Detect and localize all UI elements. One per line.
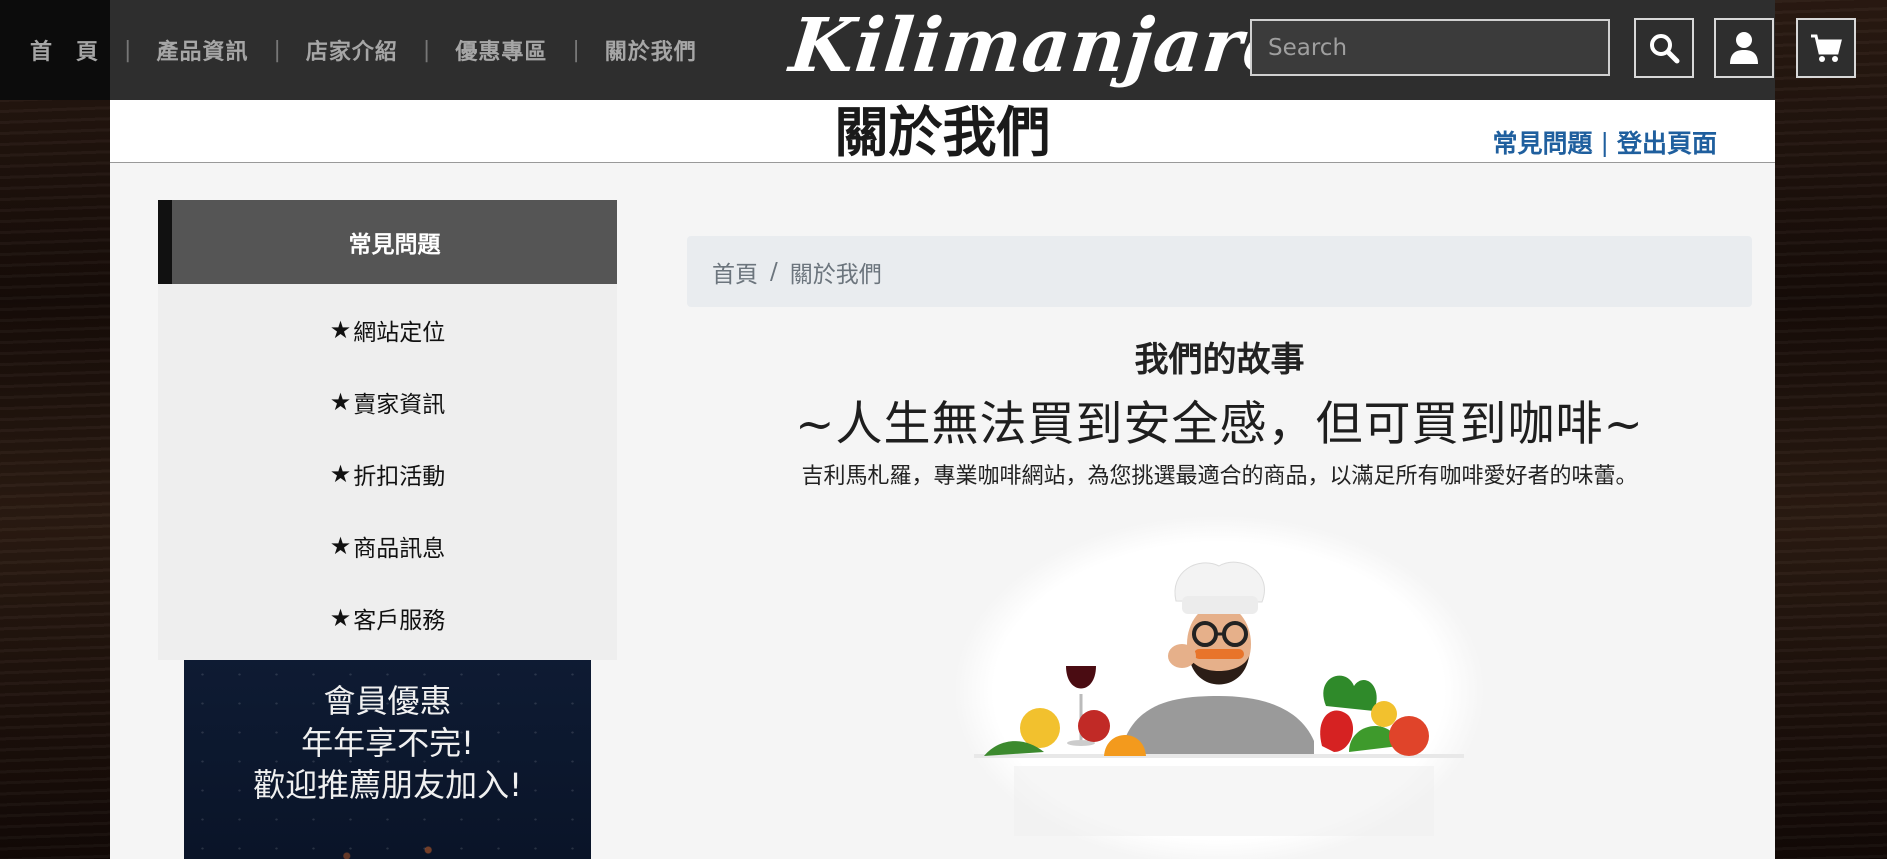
search-icon	[1650, 34, 1680, 64]
banner-sparkles	[184, 660, 591, 859]
breadcrumb-separator: /	[770, 258, 778, 285]
sidebar-item-label: 客戶服務	[353, 608, 446, 634]
story-title: 我們的故事	[1134, 340, 1305, 380]
search-button[interactable]	[1634, 18, 1694, 78]
sidebar-list: ★ 網站定位 ★ 賣家資訊 ★ 折扣活動 ★ 商品訊息 ★ 客戶服務	[158, 284, 617, 660]
sidebar-item-seller-info[interactable]: ★ 賣家資訊	[158, 366, 617, 438]
cart-button[interactable]	[1796, 18, 1856, 78]
wood-background-right	[1775, 0, 1887, 859]
sidebar-item-label: 網站定位	[353, 320, 446, 346]
star-icon: ★	[329, 460, 352, 488]
star-icon: ★	[329, 316, 352, 344]
main-content: 關於我們 常見問題 | 登出頁面 常見問題 ★ 網站定位 ★ 賣家資訊 ★ 折扣…	[110, 100, 1775, 859]
top-navbar: 首 頁 | 產品資訊 | 店家介紹 | 優惠專區 | 關於我們 Kilimanj…	[0, 0, 1856, 100]
sidebar-item-label: 賣家資訊	[353, 392, 446, 418]
sidebar-item-label: 折扣活動	[353, 464, 446, 490]
sidebar-item-site-positioning[interactable]: ★ 網站定位	[158, 294, 617, 366]
faq-link[interactable]: 常見問題	[1493, 124, 1593, 160]
sidebar: 常見問題 ★ 網站定位 ★ 賣家資訊 ★ 折扣活動 ★ 商品訊息 ★ 客戶服務	[158, 200, 617, 859]
nav-item-promotions[interactable]: 優惠專區	[455, 34, 547, 66]
user-icon	[1730, 32, 1758, 64]
hero-chef-image	[954, 516, 1484, 859]
logout-link[interactable]: 登出頁面	[1617, 124, 1717, 160]
breadcrumb: 首頁 / 關於我們	[687, 236, 1752, 307]
search-input[interactable]	[1250, 19, 1610, 76]
nav-item-home[interactable]: 首 頁	[30, 34, 99, 66]
page-title-bar: 關於我們 常見問題 | 登出頁面	[110, 100, 1775, 163]
about-description: 吉利馬札羅，專業咖啡網站，為您挑選最適合的商品，以滿足所有咖啡愛好者的味蕾。	[801, 464, 1638, 489]
nav-separator: |	[422, 37, 431, 63]
star-icon: ★	[329, 604, 352, 632]
nav-item-products[interactable]: 產品資訊	[156, 34, 248, 66]
star-icon: ★	[329, 388, 352, 416]
breadcrumb-current: 關於我們	[789, 261, 882, 288]
slogan: ~人生無法買到安全感，但可買到咖啡~	[795, 397, 1644, 452]
account-button[interactable]	[1714, 18, 1774, 78]
wood-background-left	[0, 0, 110, 859]
star-icon: ★	[329, 532, 352, 560]
nav-item-stores[interactable]: 店家介紹	[306, 34, 398, 66]
top-links: 常見問題 | 登出頁面	[1493, 124, 1717, 160]
nav-separator: |	[273, 37, 281, 63]
sidebar-item-discounts[interactable]: ★ 折扣活動	[158, 438, 617, 510]
sidebar-item-label: 商品訊息	[353, 536, 446, 562]
nav-separator: |	[572, 37, 580, 63]
main-nav: 首 頁 | 產品資訊 | 店家介紹 | 優惠專區 | 關於我們	[30, 0, 697, 100]
breadcrumb-home[interactable]: 首頁	[712, 255, 758, 289]
sidebar-item-customer-service[interactable]: ★ 客戶服務	[158, 582, 617, 654]
member-promo-banner[interactable]: 會員優惠 年年享不完! 歡迎推薦朋友加入!	[184, 660, 591, 859]
sidebar-item-product-info[interactable]: ★ 商品訊息	[158, 510, 617, 582]
nav-separator: |	[124, 37, 132, 63]
cart-icon	[1811, 34, 1842, 62]
brand-logo[interactable]: Kilimanjaro	[785, 0, 1298, 100]
link-separator: |	[1600, 127, 1609, 157]
nav-item-about[interactable]: 關於我們	[605, 34, 697, 66]
sidebar-heading: 常見問題	[158, 200, 617, 284]
